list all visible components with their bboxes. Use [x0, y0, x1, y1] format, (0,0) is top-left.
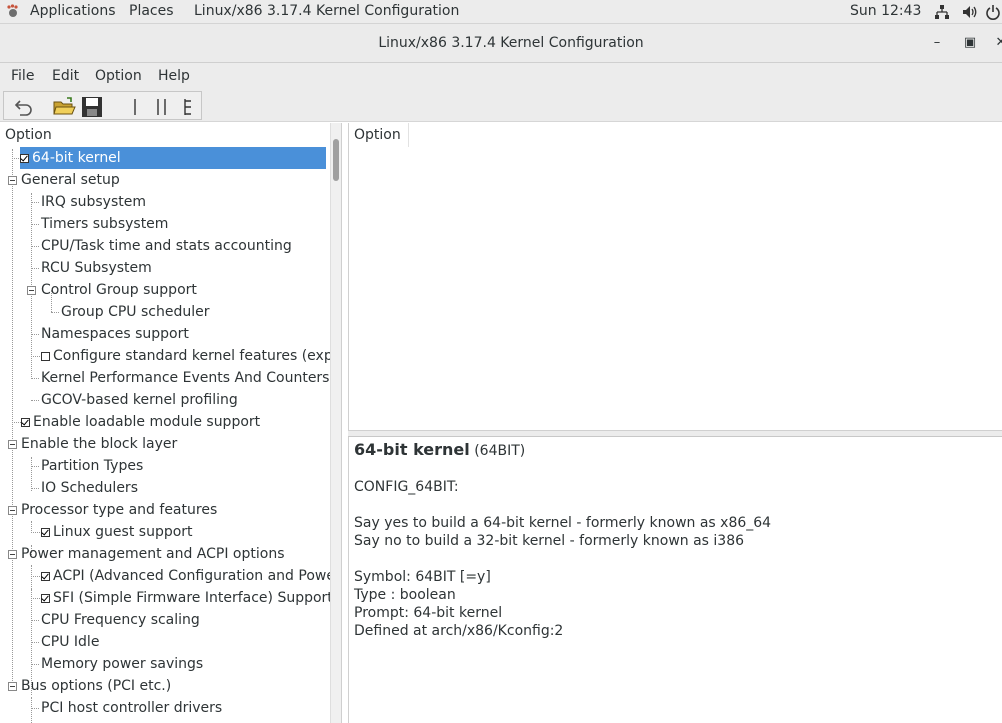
tree-item-power-management[interactable]: Power management and ACPI options	[21, 543, 285, 565]
clock[interactable]: Sun 12:43	[850, 3, 921, 19]
close-button[interactable]: ✕	[992, 34, 1002, 52]
help-text-pane: 64-bit kernel (64BIT) CONFIG_64BIT: Say …	[348, 437, 1002, 723]
toolbar-frame	[3, 91, 202, 120]
tree-scrollbar[interactable]	[330, 123, 341, 723]
menu-file[interactable]: File	[11, 68, 34, 84]
tree-item-label: SFI (Simple Firmware Interface) Support	[53, 590, 330, 606]
menu-edit[interactable]: Edit	[52, 68, 79, 84]
tree-item-label: ACPI (Advanced Configuration and Power I…	[53, 568, 330, 584]
tree-item-block-layer[interactable]: Enable the block layer	[21, 433, 177, 455]
option-list-pane: Option	[348, 123, 1002, 431]
tree-item-cpu-frequency-scaling[interactable]: CPU Frequency scaling	[41, 609, 200, 631]
tree-item-label: Enable loadable module support	[33, 414, 261, 430]
applications-menu[interactable]: Applications	[30, 3, 116, 19]
tree-item-control-group-support[interactable]: Control Group support	[41, 279, 197, 301]
tree-item-timers-subsystem[interactable]: Timers subsystem	[41, 213, 168, 235]
tree-item-pci-host-controller-drivers[interactable]: PCI host controller drivers	[41, 697, 222, 719]
maximize-button[interactable]: ▣	[961, 34, 979, 52]
tree-item-acpi[interactable]: ACPI (Advanced Configuration and Power I…	[41, 565, 330, 587]
help-symbol-name: (64BIT)	[474, 443, 526, 459]
tree-item-group-cpu-scheduler[interactable]: Group CPU scheduler	[61, 301, 209, 323]
menu-bar: File Edit Option Help	[0, 63, 1002, 90]
help-config-name: CONFIG_64BIT:	[354, 479, 459, 495]
tree-scrollbar-thumb[interactable]	[333, 139, 339, 181]
places-menu[interactable]: Places	[129, 3, 174, 19]
full-tree-view-icon[interactable]	[177, 96, 201, 118]
tree-item-cpu-idle[interactable]: CPU Idle	[41, 631, 99, 653]
help-title: 64-bit kernel	[354, 440, 470, 459]
open-folder-icon[interactable]	[52, 96, 76, 118]
collapse-icon[interactable]	[27, 286, 36, 295]
collapse-icon[interactable]	[8, 682, 17, 691]
tree-item-io-schedulers[interactable]: IO Schedulers	[41, 477, 138, 499]
active-window-menu[interactable]: Linux/x86 3.17.4 Kernel Configuration	[194, 3, 459, 19]
options-tree-pane: Option 64-bit kernel General setup IRQ s…	[0, 123, 342, 723]
checkbox-unchecked-icon[interactable]	[41, 352, 50, 361]
checkbox-checked-icon[interactable]	[41, 594, 50, 603]
minimize-button[interactable]: –	[928, 34, 946, 52]
tree-item-64-bit-kernel[interactable]: 64-bit kernel	[20, 147, 326, 169]
undo-icon[interactable]	[11, 96, 35, 118]
tree-item-bus-options[interactable]: Bus options (PCI etc.)	[21, 675, 171, 697]
collapse-icon[interactable]	[8, 176, 17, 185]
tree-column-header[interactable]: Option	[0, 123, 330, 147]
options-tree: 64-bit kernel General setup IRQ subsyste…	[0, 147, 330, 723]
collapse-icon[interactable]	[8, 506, 17, 515]
tree-item-general-setup[interactable]: General setup	[21, 169, 120, 191]
tree-item-configure-standard-kernel-features[interactable]: Configure standard kernel features (expe…	[41, 345, 330, 367]
tree-item-linux-guest-support[interactable]: Linux guest support	[41, 521, 193, 543]
tree-item-irq-subsystem[interactable]: IRQ subsystem	[41, 191, 146, 213]
checkbox-checked-icon[interactable]	[41, 528, 50, 537]
help-description-line: Say yes to build a 64-bit kernel - forme…	[354, 515, 772, 531]
tree-item-namespaces-support[interactable]: Namespaces support	[41, 323, 189, 345]
help-type: Type : boolean	[354, 587, 456, 603]
tree-item-sfi[interactable]: SFI (Simple Firmware Interface) Support	[41, 587, 330, 609]
checkbox-checked-icon[interactable]	[21, 418, 30, 427]
tree-item-label: 64-bit kernel	[32, 150, 121, 166]
tree-connector	[31, 457, 32, 491]
tree-item-gcov-profiling[interactable]: GCOV-based kernel profiling	[41, 389, 238, 411]
tree-item-processor-type[interactable]: Processor type and features	[21, 499, 217, 521]
gnome-foot-icon[interactable]	[6, 4, 20, 18]
window-title: Linux/x86 3.17.4 Kernel Configuration	[378, 35, 644, 51]
network-icon[interactable]	[934, 4, 950, 20]
menu-option[interactable]: Option	[95, 68, 142, 84]
collapse-icon[interactable]	[8, 440, 17, 449]
tree-item-cpu-task-time[interactable]: CPU/Task time and stats accounting	[41, 235, 292, 257]
help-symbol: Symbol: 64BIT [=y]	[354, 569, 491, 585]
help-description-line: Say no to build a 32-bit kernel - former…	[354, 533, 745, 549]
save-icon[interactable]	[80, 96, 104, 118]
help-prompt: Prompt: 64-bit kernel	[354, 605, 503, 621]
power-icon[interactable]	[985, 4, 1001, 20]
toolbar	[0, 90, 1002, 122]
menu-help[interactable]: Help	[158, 68, 190, 84]
tree-item-label: Configure standard kernel features (expe…	[53, 348, 330, 364]
volume-icon[interactable]	[962, 4, 978, 20]
gnome-top-bar: Applications Places Linux/x86 3.17.4 Ker…	[0, 0, 1002, 24]
tree-item-loadable-module-support[interactable]: Enable loadable module support	[21, 411, 260, 433]
tree-item-rcu-subsystem[interactable]: RCU Subsystem	[41, 257, 152, 279]
window-titlebar[interactable]: Linux/x86 3.17.4 Kernel Configuration – …	[0, 24, 1002, 63]
split-view-icon[interactable]	[150, 96, 174, 118]
help-defined-at: Defined at arch/x86/Kconfig:2	[354, 623, 564, 639]
checkbox-checked-icon[interactable]	[41, 572, 50, 581]
collapse-icon[interactable]	[8, 550, 17, 559]
tree-item-memory-power-savings[interactable]: Memory power savings	[41, 653, 203, 675]
tree-item-label: Linux guest support	[53, 524, 193, 540]
tree-item-kernel-performance-events[interactable]: Kernel Performance Events And Counters	[41, 367, 329, 389]
single-view-icon[interactable]	[124, 96, 148, 118]
tree-connector	[12, 149, 13, 685]
option-list-column-header[interactable]: Option	[349, 123, 409, 147]
checkbox-checked-icon[interactable]	[20, 154, 29, 163]
tree-item-partition-types[interactable]: Partition Types	[41, 455, 143, 477]
